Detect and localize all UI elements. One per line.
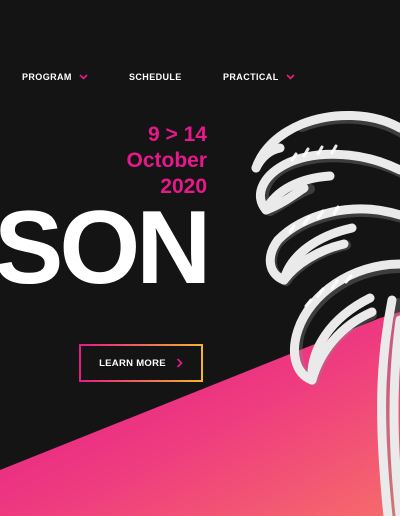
chevron-down-icon xyxy=(79,74,88,80)
nav-item-program[interactable]: PROGRAM xyxy=(22,72,88,82)
learn-more-button[interactable]: LEARN MORE xyxy=(79,344,203,382)
learn-more-label: LEARN MORE xyxy=(99,357,166,369)
main-nav: PROGRAM SCHEDULE PRACTICAL xyxy=(0,72,400,88)
nav-item-practical[interactable]: PRACTICAL xyxy=(223,72,295,82)
chevron-right-icon xyxy=(176,358,183,368)
date-range: 9 > 14 xyxy=(148,123,207,146)
event-dates: 9 > 14 October 2020 xyxy=(126,122,207,200)
nav-item-label: SCHEDULE xyxy=(129,72,182,82)
hero-headline: SON xyxy=(0,190,211,306)
chevron-down-icon xyxy=(286,74,295,80)
nav-item-label: PROGRAM xyxy=(22,72,72,82)
date-month: October xyxy=(126,149,207,172)
nav-item-label: PRACTICAL xyxy=(223,72,279,82)
nav-item-schedule[interactable]: SCHEDULE xyxy=(129,72,182,82)
